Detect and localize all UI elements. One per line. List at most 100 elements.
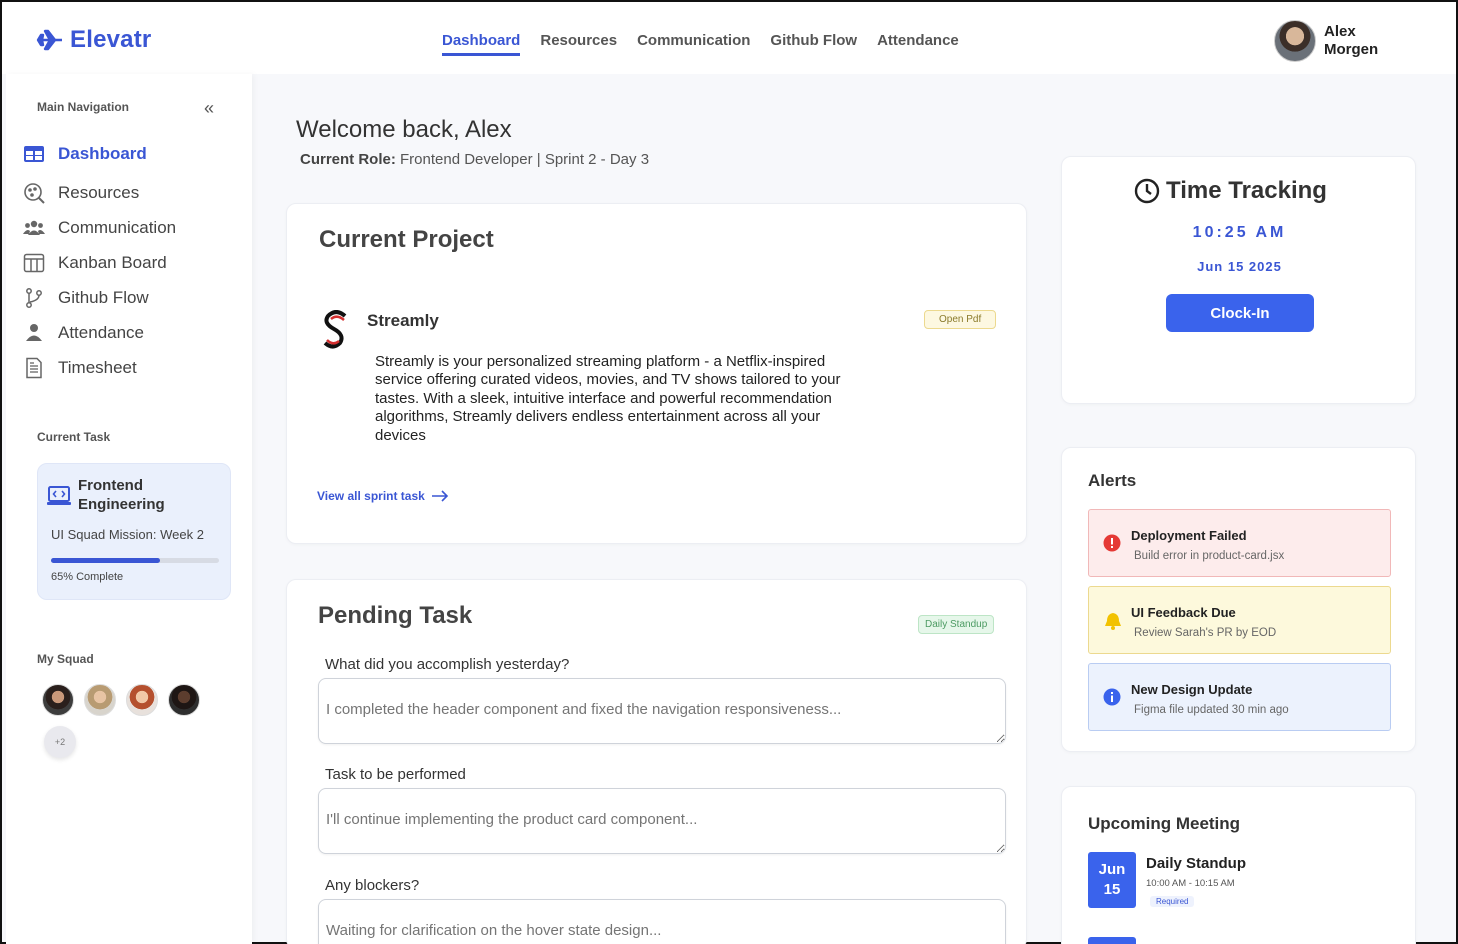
nav-attendance[interactable]: Attendance [877, 32, 959, 56]
nav-communication[interactable]: Communication [637, 32, 750, 56]
sidebar-item-label: Attendance [58, 322, 145, 342]
current-task-heading: Current Task [37, 430, 111, 444]
person-icon [26, 323, 42, 341]
top-bar: Elevatr Dashboard Resources Communicatio… [2, 2, 1456, 74]
avatar[interactable] [42, 684, 74, 716]
alert-item[interactable]: UI Feedback Due Review Sarah's PR by EOD [1088, 586, 1391, 654]
clock-in-button[interactable]: Clock-In [1166, 294, 1314, 332]
resources-icon [24, 182, 45, 204]
alert-subtitle: Build error in product-card.jsx [1134, 550, 1285, 562]
bell-icon [1105, 613, 1121, 630]
meeting-month: Jun [1098, 861, 1126, 878]
sidebar-item-label: Github Flow [58, 287, 149, 307]
kanban-icon [23, 253, 45, 272]
sidebar-item-label: Timesheet [58, 357, 137, 377]
page-title: Welcome back, Alex [296, 116, 512, 143]
laptop-code-icon [47, 486, 71, 505]
question-label: What did you accomplish yesterday? [325, 656, 570, 673]
squad-avatars [42, 684, 200, 716]
role-value: Frontend Developer | Sprint 2 - Day 3 [400, 151, 650, 168]
nav-resources[interactable]: Resources [540, 32, 617, 56]
question-label: Any blockers? [325, 877, 420, 894]
sidebar-item-resources[interactable]: Resources [23, 175, 176, 210]
alert-title: Deployment Failed [1131, 528, 1247, 543]
user-name: Alex Morgen [1324, 23, 1379, 58]
clock-icon [1134, 178, 1160, 204]
meeting-date-badge: Jun 15 [1088, 852, 1136, 908]
sidebar-item-attendance[interactable]: Attendance [23, 315, 176, 350]
project-name: Streamly [367, 311, 439, 330]
alert-item[interactable]: Deployment Failed Build error in product… [1088, 509, 1391, 577]
error-icon [1103, 534, 1121, 552]
avatar[interactable] [84, 684, 116, 716]
alert-title: New Design Update [1131, 682, 1253, 697]
next-meeting-date-badge [1088, 937, 1136, 944]
timesheet-icon [26, 357, 42, 378]
alert-subtitle: Review Sarah's PR by EOD [1134, 627, 1277, 639]
squad-more-badge[interactable]: +2 [44, 726, 76, 758]
sidebar-item-label: Resources [58, 182, 140, 202]
app-logo[interactable]: Elevatr [36, 26, 151, 54]
yesterday-input[interactable] [318, 678, 1006, 744]
current-project-heading: Current Project [319, 226, 494, 253]
current-task-card[interactable]: Frontend Engineering UI Squad Mission: W… [37, 463, 231, 600]
alert-subtitle: Figma file updated 30 min ago [1134, 704, 1289, 716]
sidebar-item-kanban-board[interactable]: Kanban Board [23, 245, 176, 280]
plane-icon [36, 29, 62, 51]
app-name: Elevatr [70, 26, 152, 53]
info-icon [1103, 688, 1121, 706]
task-progress-fill [51, 558, 161, 563]
task-subtitle: UI Squad Mission: Week 2 [51, 527, 204, 542]
project-description: Streamly is your personalized streaming … [375, 353, 841, 444]
task-progress-bar [51, 558, 219, 563]
meeting-name[interactable]: Daily Standup [1146, 855, 1246, 872]
avatar[interactable] [168, 684, 200, 716]
my-squad-heading: My Squad [37, 652, 94, 666]
blockers-input[interactable] [318, 899, 1006, 944]
avatar[interactable] [126, 684, 158, 716]
sidebar-heading: Main Navigation [37, 100, 130, 114]
time-tracking-card: Time Tracking 10:25 AM Jun 15 2025 Clock… [1061, 156, 1416, 404]
sidebar-item-dashboard[interactable]: Dashboard [23, 136, 176, 171]
top-nav: Dashboard Resources Communication Github… [442, 32, 959, 56]
alert-title: UI Feedback Due [1131, 605, 1236, 620]
alert-item[interactable]: New Design Update Figma file updated 30 … [1088, 663, 1391, 731]
current-project-card: Current Project Streamly Open Pdf Stream… [286, 203, 1027, 544]
users-icon [23, 220, 45, 235]
sidebar-item-timesheet[interactable]: Timesheet [23, 350, 176, 385]
time-tracking-title: Time Tracking [1166, 177, 1327, 204]
sidebar-item-label: Kanban Board [58, 252, 167, 272]
user-menu[interactable]: Alex Morgen [1274, 20, 1394, 62]
sidebar-item-label: Communication [58, 217, 177, 237]
role-label: Current Role: [300, 151, 396, 168]
alerts-heading: Alerts [1088, 471, 1137, 490]
sidebar-item-communication[interactable]: Communication [23, 210, 176, 245]
today-task-input[interactable] [318, 788, 1006, 854]
sidebar-menu: Dashboard Resources Communication Kanban… [23, 136, 176, 385]
sidebar-item-label: Dashboard [58, 143, 147, 163]
meeting-required-badge: Required [1150, 896, 1195, 907]
meeting-day: 15 [1103, 881, 1121, 898]
streamly-logo [323, 310, 347, 349]
sidebar-item-github-flow[interactable]: Github Flow [23, 280, 176, 315]
dashboard-icon [24, 145, 44, 162]
nav-github-flow[interactable]: Github Flow [770, 32, 857, 56]
meeting-time: 10:00 AM - 10:15 AM [1146, 878, 1235, 889]
alerts-card: Alerts Deployment Failed Build error in … [1061, 447, 1416, 752]
pending-task-card: Pending Task Daily Standup What did you … [286, 579, 1027, 944]
avatar[interactable] [1274, 20, 1316, 62]
nav-dashboard[interactable]: Dashboard [442, 32, 521, 56]
open-pdf-button[interactable]: Open Pdf [924, 310, 997, 329]
current-role: Current Role: Frontend Developer | Sprin… [300, 151, 649, 168]
task-title: Frontend Engineering [78, 477, 165, 513]
upcoming-meeting-heading: Upcoming Meeting [1088, 814, 1241, 833]
sidebar: Main Navigation « Dashboard Resources Co… [6, 74, 252, 944]
double-chevron-left-icon[interactable]: « [204, 98, 214, 119]
upcoming-meeting-card: Upcoming Meeting Jun 15 Daily Standup 10… [1061, 786, 1416, 944]
current-time: 10:25 AM [1192, 224, 1287, 241]
time-tracking-heading: Time Tracking [1134, 177, 1327, 205]
view-all-label: View all sprint task [317, 489, 425, 503]
current-date: Jun 15 2025 [1197, 259, 1282, 274]
view-all-sprint-task-link[interactable]: View all sprint task [317, 489, 449, 503]
arrow-right-icon [431, 490, 448, 502]
